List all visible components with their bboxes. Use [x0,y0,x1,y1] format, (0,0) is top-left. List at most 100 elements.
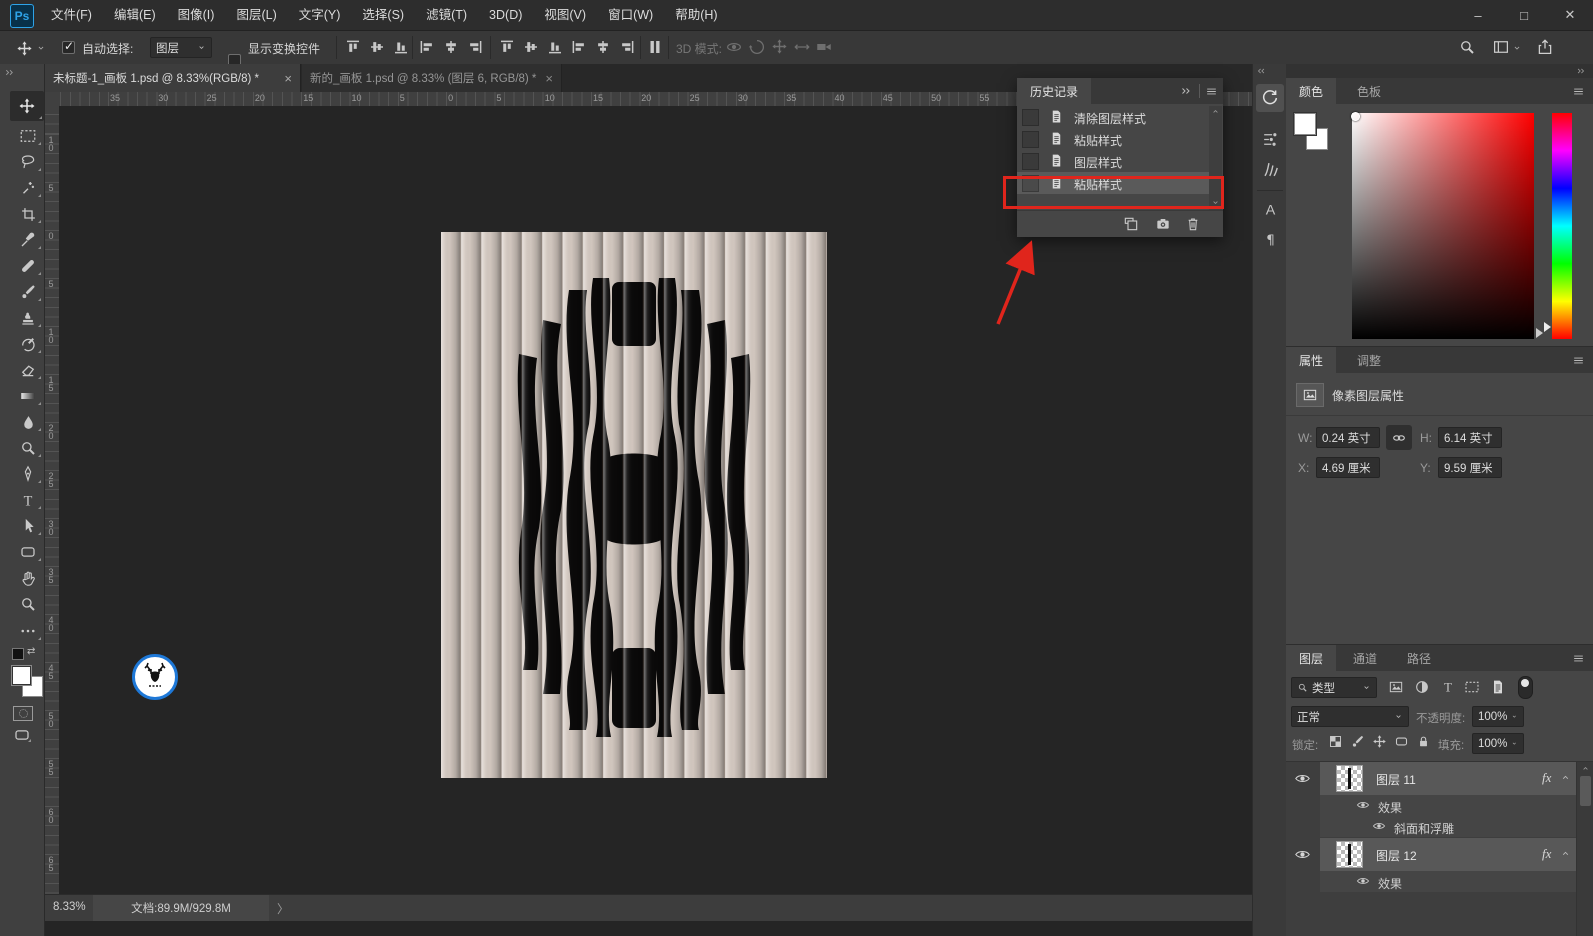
tool-extra-ellipsis[interactable] [13,620,43,642]
layer-filter-dropdown[interactable]: 类型 [1291,677,1377,698]
tab-properties[interactable]: 属性 [1286,347,1337,373]
new-doc-from-state-icon[interactable] [1123,216,1139,232]
zoom-level[interactable]: 8.33% [53,901,86,913]
filter-shape-layers-icon[interactable] [1464,679,1480,695]
auto-select-dropdown[interactable]: 图层 [150,37,212,58]
delete-state-trash-icon[interactable] [1185,216,1201,232]
color-hue-slider[interactable] [1552,113,1572,339]
w-field[interactable]: 0.24 英寸 [1316,427,1380,448]
default-colors-icon[interactable] [12,648,24,660]
tool-history-brush[interactable] [13,333,43,355]
3d-slide-icon[interactable] [793,38,811,56]
link-dimensions-button[interactable] [1386,425,1412,450]
align-vcenter-icon[interactable] [368,38,386,56]
color-picker-marker[interactable] [1351,112,1360,121]
panel-collapse-icon[interactable] [1180,85,1192,97]
3d-roll-icon[interactable] [748,38,766,56]
menu-bar[interactable]: 文件(F) 编辑(E) 图像(I) 图层(L) 文字(Y) 选择(S) 滤镜(T) 3D(D)… [40,0,729,30]
character-panel-icon[interactable] [1261,200,1280,219]
tool-eyedropper[interactable] [13,229,43,251]
menu-item[interactable]: 图层(L) [225,0,287,30]
visibility-eye-icon[interactable] [1356,798,1370,812]
properties-panel-menu-icon[interactable] [1572,354,1585,367]
visibility-eye-icon[interactable] [1356,874,1370,888]
layer-effects-row[interactable]: 效果 [1320,795,1576,816]
tool-crop[interactable] [13,203,43,225]
menu-item[interactable]: 窗口(W) [597,0,664,30]
layer-effects-row[interactable]: 效果 [1320,871,1576,892]
scroll-thumb[interactable] [1580,776,1591,806]
history-panel-tab[interactable]: 历史记录 [1017,78,1092,104]
lock-artboard-icon[interactable] [1394,734,1409,749]
3d-camera-icon[interactable] [815,38,833,56]
collapse-effects-icon[interactable] [1560,772,1571,783]
paragraph-panel-icon[interactable] [1261,230,1280,249]
lock-position-icon[interactable] [1372,734,1387,749]
3d-orbit-icon[interactable] [725,38,743,56]
filter-smart-objects-icon[interactable] [1490,679,1506,695]
brush-settings-panel-icon[interactable] [1261,130,1280,149]
distribute-spacing-icon[interactable] [646,38,664,56]
lock-pixels-icon[interactable] [1350,734,1365,749]
menu-item[interactable]: 图像(I) [167,0,226,30]
quick-mask-icon[interactable] [13,706,33,721]
ruler-vertical[interactable]: 10 5 0 5 10 15 20 25 30 35 40 45 50 55 60 65 [45,106,60,894]
screen-mode-icon[interactable] [11,726,33,744]
filter-adjustment-layers-icon[interactable] [1414,679,1430,695]
layers-panel-menu-icon[interactable] [1572,652,1585,665]
layer-row[interactable]: 图层 11 fx [1286,762,1576,795]
tab-layers[interactable]: 图层 [1286,645,1337,671]
distribute-vcenter-icon[interactable] [522,38,540,56]
tool-spot-healing[interactable] [13,255,43,277]
scroll-up-icon[interactable] [1211,107,1220,116]
distribute-top-icon[interactable] [498,38,516,56]
tool-pen[interactable] [13,463,43,485]
menu-item[interactable]: 帮助(H) [664,0,728,30]
color-panel-menu-icon[interactable] [1572,85,1585,98]
distribute-bottom-icon[interactable] [546,38,564,56]
distribute-right-icon[interactable] [618,38,636,56]
tab-channels[interactable]: 通道 [1340,645,1391,671]
hue-slider-marker-icon[interactable] [1544,322,1551,332]
tool-marquee[interactable] [13,125,43,147]
maximize-button[interactable]: □ [1501,0,1547,30]
layer-row[interactable]: 图层 12 fx [1286,838,1576,871]
history-source-checkbox[interactable] [1022,109,1039,126]
align-top-icon[interactable] [344,38,362,56]
tab-document-1[interactable]: 未标题-1_画板 1.psd @ 8.33%(RGB/8) * × [45,64,301,92]
layer-effect-bevel-row[interactable]: 斜面和浮雕 [1320,816,1576,837]
menu-item[interactable]: 3D(D) [478,0,533,30]
tool-brush[interactable] [13,281,43,303]
dock-collapse-left-icon[interactable] [1256,66,1266,76]
close-window-button[interactable]: ✕ [1547,0,1593,30]
lock-all-icon[interactable] [1416,734,1431,749]
align-left-icon[interactable] [418,38,436,56]
tool-zoom[interactable] [13,593,43,615]
foreground-color-swatch[interactable] [11,665,32,686]
h-field[interactable]: 6.14 英寸 [1438,427,1502,448]
color-gradient-field[interactable] [1351,112,1534,339]
align-bottom-icon[interactable] [392,38,410,56]
artboard[interactable] [441,232,827,778]
x-field[interactable]: 4.69 厘米 [1316,457,1380,478]
filter-type-layers-icon[interactable] [1440,679,1456,695]
fill-field[interactable]: 100% [1472,733,1524,754]
tool-gradient[interactable] [13,385,43,407]
history-source-checkbox[interactable] [1022,131,1039,148]
distribute-left-icon[interactable] [570,38,588,56]
history-row[interactable]: 粘贴样式 [1017,128,1209,150]
color-foreground-swatch[interactable] [1294,113,1316,135]
tab-paths[interactable]: 路径 [1394,645,1445,671]
tool-eraser[interactable] [13,359,43,381]
auto-select-checkbox[interactable] [62,39,75,54]
history-row[interactable]: 图层样式 [1017,150,1209,172]
search-icon[interactable] [1458,38,1476,56]
filter-pixel-layers-icon[interactable] [1388,679,1404,695]
menu-item[interactable]: 视图(V) [533,0,597,30]
close-tab-icon[interactable]: × [545,71,553,86]
layer-thumbnail[interactable] [1336,841,1363,868]
menu-item[interactable]: 文件(F) [40,0,103,30]
tool-quick-selection[interactable] [13,177,43,199]
history-panel-icon[interactable] [1256,84,1284,112]
menu-item[interactable]: 选择(S) [351,0,415,30]
